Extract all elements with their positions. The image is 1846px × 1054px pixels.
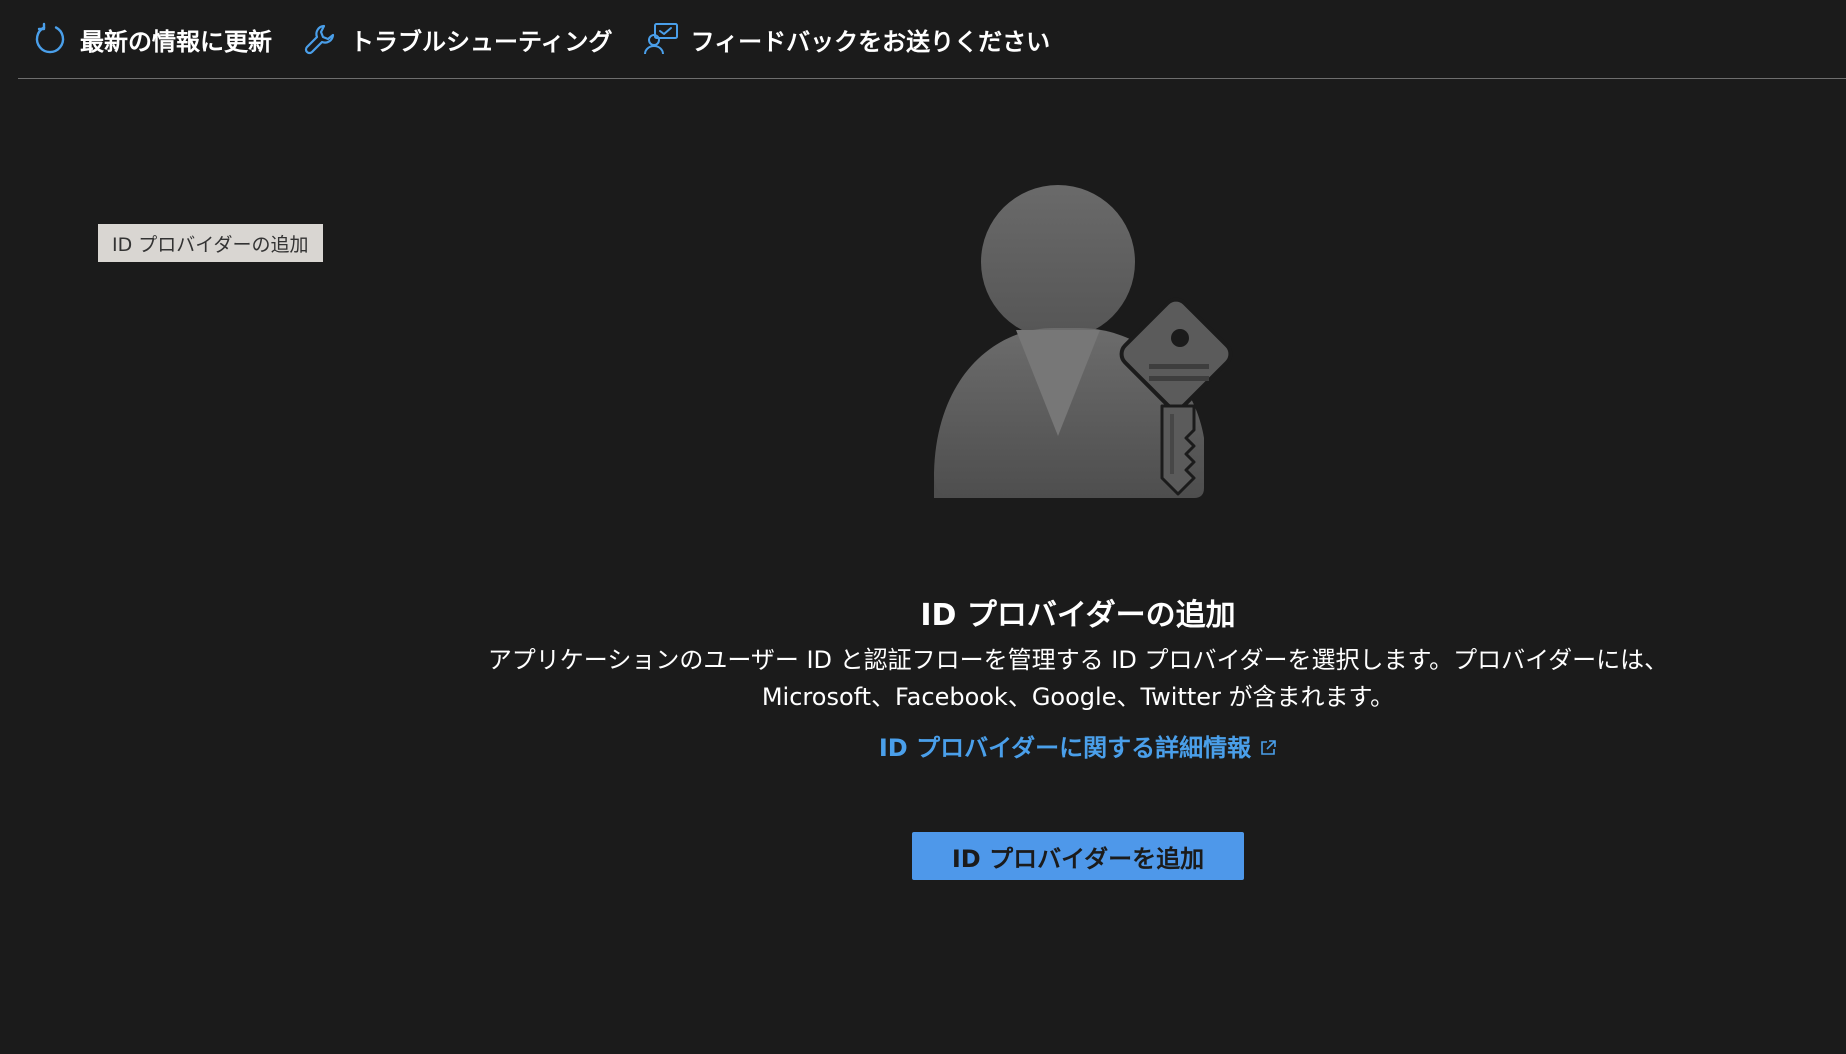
add-provider-tooltip: ID プロバイダーの追加: [98, 224, 323, 262]
empty-state-description: アプリケーションのユーザー ID と認証フローを管理する ID プロバイダーを選…: [470, 642, 1686, 716]
feedback-person-icon: [643, 21, 679, 57]
refresh-button[interactable]: 最新の情報に更新: [32, 9, 272, 69]
learn-more-link-text: ID プロバイダーに関する詳細情報: [878, 734, 1252, 762]
troubleshoot-label: トラブルシューティング: [350, 27, 613, 56]
refresh-icon: [32, 21, 68, 57]
description-line-2: Microsoft、Facebook、Google、Twitter が含まれます…: [761, 683, 1395, 711]
command-bar: 最新の情報に更新 トラブルシューティング フィードバックをお送りください: [18, 0, 1846, 79]
feedback-label: フィードバックをお送りください: [690, 27, 1051, 56]
auth-providers-page: 最新の情報に更新 トラブルシューティング フィードバックをお送りください ID …: [0, 0, 1846, 1054]
external-link-icon: [1259, 735, 1277, 763]
feedback-button[interactable]: フィードバックをお送りください: [643, 9, 1051, 69]
learn-more-link[interactable]: ID プロバイダーに関する詳細情報: [0, 728, 1846, 763]
refresh-label: 最新の情報に更新: [80, 27, 272, 56]
empty-state-title: ID プロバイダーの追加: [920, 598, 1236, 633]
add-identity-provider-button[interactable]: ID プロバイダーを追加: [912, 832, 1244, 880]
troubleshoot-button[interactable]: トラブルシューティング: [302, 9, 613, 69]
user-key-illustration-icon: [914, 178, 1244, 498]
description-line-1: アプリケーションのユーザー ID と認証フローを管理する ID プロバイダーを選…: [487, 646, 1669, 674]
wrench-icon: [302, 21, 338, 57]
